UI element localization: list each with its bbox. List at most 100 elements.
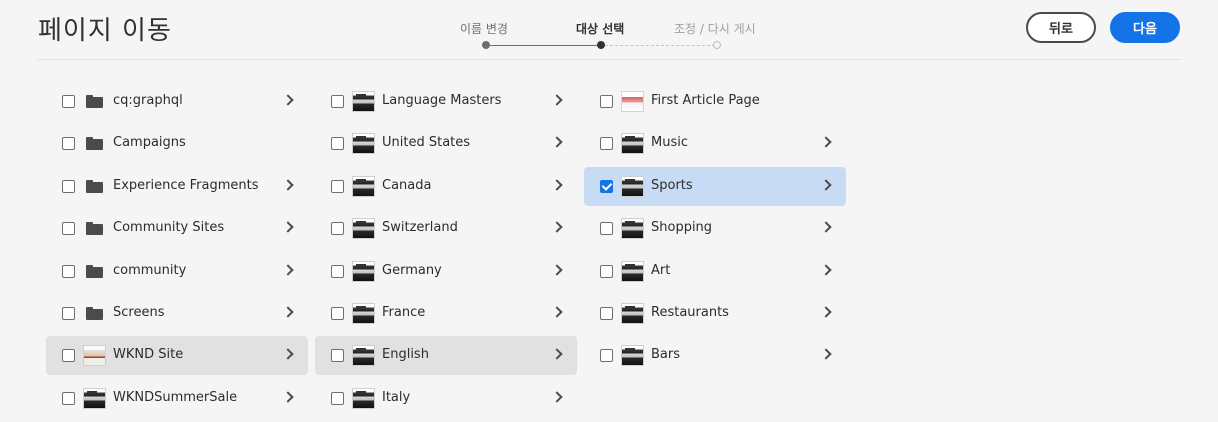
row-checkbox[interactable]: [62, 95, 75, 108]
row-checkbox[interactable]: [62, 391, 75, 405]
row-checkbox[interactable]: [331, 391, 344, 405]
next-button[interactable]: 다음: [1110, 12, 1180, 43]
row-checkbox[interactable]: [331, 95, 344, 108]
chevron-right-icon[interactable]: [551, 94, 563, 106]
row-checkbox[interactable]: [600, 307, 613, 320]
list-item[interactable]: Bars: [584, 336, 846, 375]
page-thumbnail-icon: [352, 91, 375, 112]
chevron-right-icon[interactable]: [820, 179, 832, 191]
list-item[interactable]: Italy: [315, 379, 577, 418]
wknd-thumbnail-icon: [83, 345, 106, 367]
row-checkbox[interactable]: [62, 179, 75, 193]
row-label: Switzerland: [382, 220, 458, 236]
row-label: WKNDSummerSale: [113, 389, 238, 405]
list-item[interactable]: Switzerland: [315, 209, 577, 248]
folder-icon: [86, 222, 103, 236]
row-label: cq:graphql: [113, 93, 183, 108]
row-checkbox[interactable]: [600, 137, 613, 151]
chevron-right-icon[interactable]: [282, 263, 294, 276]
list-item[interactable]: United States: [315, 124, 577, 163]
list-item[interactable]: Language Masters: [315, 82, 577, 121]
list-item[interactable]: Sports: [584, 166, 846, 206]
row-checkbox[interactable]: [62, 137, 75, 151]
row-label: community: [113, 262, 187, 278]
chevron-right-icon[interactable]: [551, 263, 563, 276]
row-label: English: [382, 347, 429, 363]
chevron-right-icon[interactable]: [282, 348, 294, 361]
list-item[interactable]: Restaurants: [584, 294, 846, 333]
list-item[interactable]: cq:graphql: [46, 82, 308, 121]
row-checkbox[interactable]: [600, 264, 613, 278]
row-label: Germany: [382, 262, 442, 278]
chevron-right-icon[interactable]: [551, 221, 563, 233]
list-item[interactable]: WKND Site: [46, 336, 308, 376]
folder-icon: [86, 137, 103, 151]
list-item[interactable]: Campaigns: [46, 124, 308, 163]
chevron-right-icon[interactable]: [820, 263, 832, 276]
list-item[interactable]: community: [46, 252, 308, 291]
chevron-right-icon[interactable]: [820, 221, 832, 233]
folder-icon: [86, 95, 103, 108]
chevron-right-icon[interactable]: [820, 136, 832, 149]
row-checkbox[interactable]: [62, 307, 75, 320]
row-label: Art: [651, 262, 671, 278]
step-select-destination-dot: [597, 41, 605, 49]
page-thumbnail-icon: [352, 218, 375, 240]
chevron-right-icon[interactable]: [282, 306, 294, 318]
row-checkbox[interactable]: [600, 222, 613, 236]
chevron-right-icon[interactable]: [551, 348, 563, 361]
row-checkbox[interactable]: [331, 222, 344, 236]
row-label: Bars: [651, 347, 681, 363]
chevron-right-icon[interactable]: [551, 136, 563, 149]
row-checkbox[interactable]: [331, 264, 344, 278]
row-checkbox[interactable]: [600, 179, 613, 193]
page-thumbnail-icon: [621, 303, 644, 324]
row-checkbox[interactable]: [331, 307, 344, 320]
chevron-right-icon[interactable]: [282, 179, 294, 191]
row-checkbox[interactable]: [62, 264, 75, 278]
row-checkbox[interactable]: [331, 137, 344, 151]
list-item[interactable]: Germany: [315, 252, 577, 291]
chevron-right-icon[interactable]: [282, 391, 294, 403]
list-item[interactable]: France: [315, 294, 577, 333]
row-checkbox[interactable]: [600, 349, 613, 363]
row-label: United States: [382, 135, 471, 151]
list-item[interactable]: Music: [584, 124, 846, 163]
step-track-done: [489, 45, 601, 46]
folder-icon: [86, 264, 103, 278]
chevron-right-icon[interactable]: [551, 179, 563, 191]
chevron-right-icon[interactable]: [820, 348, 832, 361]
row-label: Screens: [113, 305, 165, 320]
row-label: Music: [651, 135, 688, 151]
row-label: Canada: [382, 177, 432, 193]
row-checkbox[interactable]: [600, 95, 613, 108]
step-track-future: [605, 45, 715, 46]
back-button[interactable]: 뒤로: [1026, 12, 1096, 43]
page-thumbnail-icon: [621, 260, 644, 282]
page-thumbnail-icon: [352, 260, 375, 282]
chevron-right-icon[interactable]: [282, 94, 294, 106]
row-label: First Article Page: [651, 93, 760, 108]
list-item[interactable]: WKNDSummerSale: [46, 379, 308, 418]
list-item[interactable]: Community Sites: [46, 209, 308, 248]
chevron-right-icon[interactable]: [282, 221, 294, 233]
row-checkbox[interactable]: [62, 222, 75, 236]
page-thumbnail-icon: [352, 175, 375, 197]
list-item[interactable]: Art: [584, 252, 846, 291]
chevron-right-icon[interactable]: [551, 391, 563, 403]
page-thumbnail-icon: [352, 387, 375, 409]
list-item[interactable]: Screens: [46, 294, 308, 333]
folder-icon: [86, 179, 103, 193]
list-item[interactable]: Experience Fragments: [46, 167, 308, 206]
chevron-right-icon[interactable]: [551, 306, 563, 318]
chevron-right-icon[interactable]: [820, 306, 832, 318]
row-checkbox[interactable]: [62, 349, 75, 363]
list-item[interactable]: English: [315, 336, 577, 376]
list-item[interactable]: First Article Page: [584, 82, 846, 121]
list-item[interactable]: Shopping: [584, 209, 846, 248]
step-rename-dot: [482, 41, 490, 49]
row-label: Experience Fragments: [113, 177, 259, 193]
list-item[interactable]: Canada: [315, 167, 577, 206]
row-checkbox[interactable]: [331, 179, 344, 193]
row-checkbox[interactable]: [331, 349, 344, 363]
